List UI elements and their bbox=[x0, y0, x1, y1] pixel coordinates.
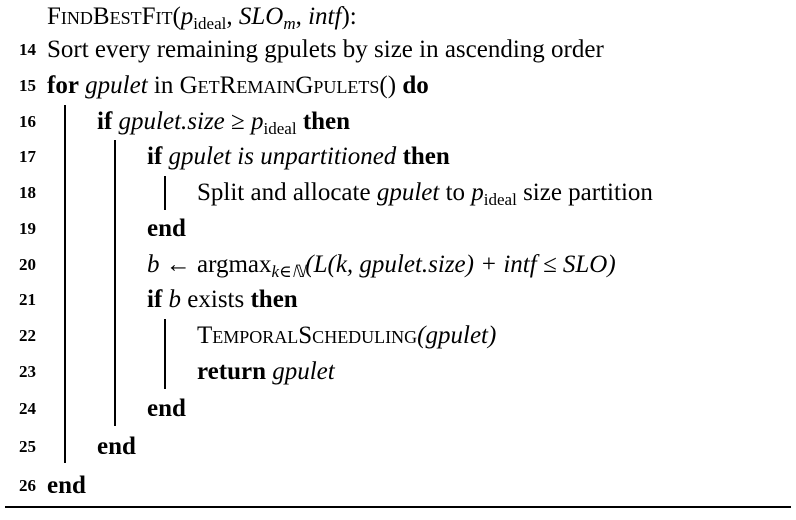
cond-unpartitioned: gpulet is unpartitioned bbox=[168, 143, 397, 170]
var-b: b bbox=[168, 286, 182, 313]
var-gpulet: gpulet bbox=[85, 72, 148, 99]
keyword-return: return bbox=[197, 358, 266, 385]
operator-geq: ≥ bbox=[224, 108, 252, 135]
line-number: 16 bbox=[19, 112, 36, 131]
line-number: 21 bbox=[19, 290, 36, 309]
keyword-then: then bbox=[302, 108, 351, 135]
function-call: TemporalScheduling bbox=[197, 322, 418, 349]
keyword-in: in bbox=[147, 72, 180, 99]
param-slo-sub: m bbox=[283, 14, 296, 33]
close-paren: ): bbox=[341, 3, 357, 30]
keyword-if: if bbox=[97, 108, 113, 135]
keyword-if: if bbox=[147, 143, 163, 170]
inner-if-block-bar bbox=[164, 176, 166, 210]
argmax-subscript: k∈ℕ bbox=[271, 262, 306, 281]
assign-argmax: ← argmax bbox=[159, 251, 272, 278]
line-number: 23 bbox=[19, 362, 36, 381]
keyword-do: do bbox=[402, 72, 429, 99]
line-text: Sort every remaining gpulets by size in … bbox=[47, 36, 604, 63]
line-number: 15 bbox=[19, 76, 36, 95]
text-exists: exists bbox=[181, 286, 251, 313]
line-number: 25 bbox=[19, 437, 36, 456]
line-number: 14 bbox=[19, 40, 36, 59]
function-call: GetRemainGpulets bbox=[179, 72, 380, 99]
param-p: p bbox=[471, 179, 484, 206]
param-p-sub: ideal bbox=[263, 119, 297, 138]
separator: , bbox=[295, 3, 309, 30]
if-block-bar bbox=[114, 140, 116, 426]
text-size-partition: size partition bbox=[516, 179, 653, 206]
param-slo: SLO bbox=[238, 3, 284, 30]
call-argument: (gpulet) bbox=[417, 322, 497, 349]
keyword-end: end bbox=[147, 395, 186, 422]
line-number: 22 bbox=[19, 326, 36, 345]
text-split: Split and allocate bbox=[197, 179, 377, 206]
keyword-end: end bbox=[97, 433, 136, 460]
line-number: 18 bbox=[19, 183, 36, 202]
line-number: 24 bbox=[19, 399, 36, 418]
param-intf: intf bbox=[308, 3, 342, 30]
keyword-for: for bbox=[47, 72, 79, 99]
argmax-expression: (L(k, gpulet.size) + intf ≤ SLO) bbox=[305, 251, 616, 278]
param-p-sub: ideal bbox=[193, 14, 227, 33]
param-p: p bbox=[180, 3, 194, 30]
open-paren: ( bbox=[172, 3, 181, 30]
param-p: p bbox=[251, 108, 264, 135]
keyword-if: if bbox=[147, 286, 163, 313]
text-to: to bbox=[439, 179, 472, 206]
line-number: 20 bbox=[19, 255, 36, 274]
var-gpulet: gpulet bbox=[376, 179, 440, 206]
keyword-then: then bbox=[402, 143, 450, 170]
call-parens: () bbox=[379, 72, 397, 99]
line-number: 26 bbox=[19, 476, 36, 495]
line-number: 19 bbox=[19, 219, 36, 238]
bottom-rule bbox=[5, 506, 791, 508]
separator: , bbox=[226, 3, 239, 30]
exists-block-bar bbox=[164, 319, 166, 389]
for-block-bar bbox=[64, 105, 66, 463]
var-gpulet: gpulet bbox=[272, 358, 335, 385]
function-name: FindBestFit bbox=[47, 3, 173, 30]
var-b: b bbox=[147, 251, 160, 278]
line-number: 17 bbox=[19, 147, 36, 166]
keyword-then: then bbox=[250, 286, 298, 313]
cond-gpulet-size: gpulet.size bbox=[118, 108, 225, 135]
keyword-end: end bbox=[147, 215, 186, 242]
param-p-sub: ideal bbox=[483, 190, 517, 209]
keyword-end: end bbox=[47, 472, 86, 499]
